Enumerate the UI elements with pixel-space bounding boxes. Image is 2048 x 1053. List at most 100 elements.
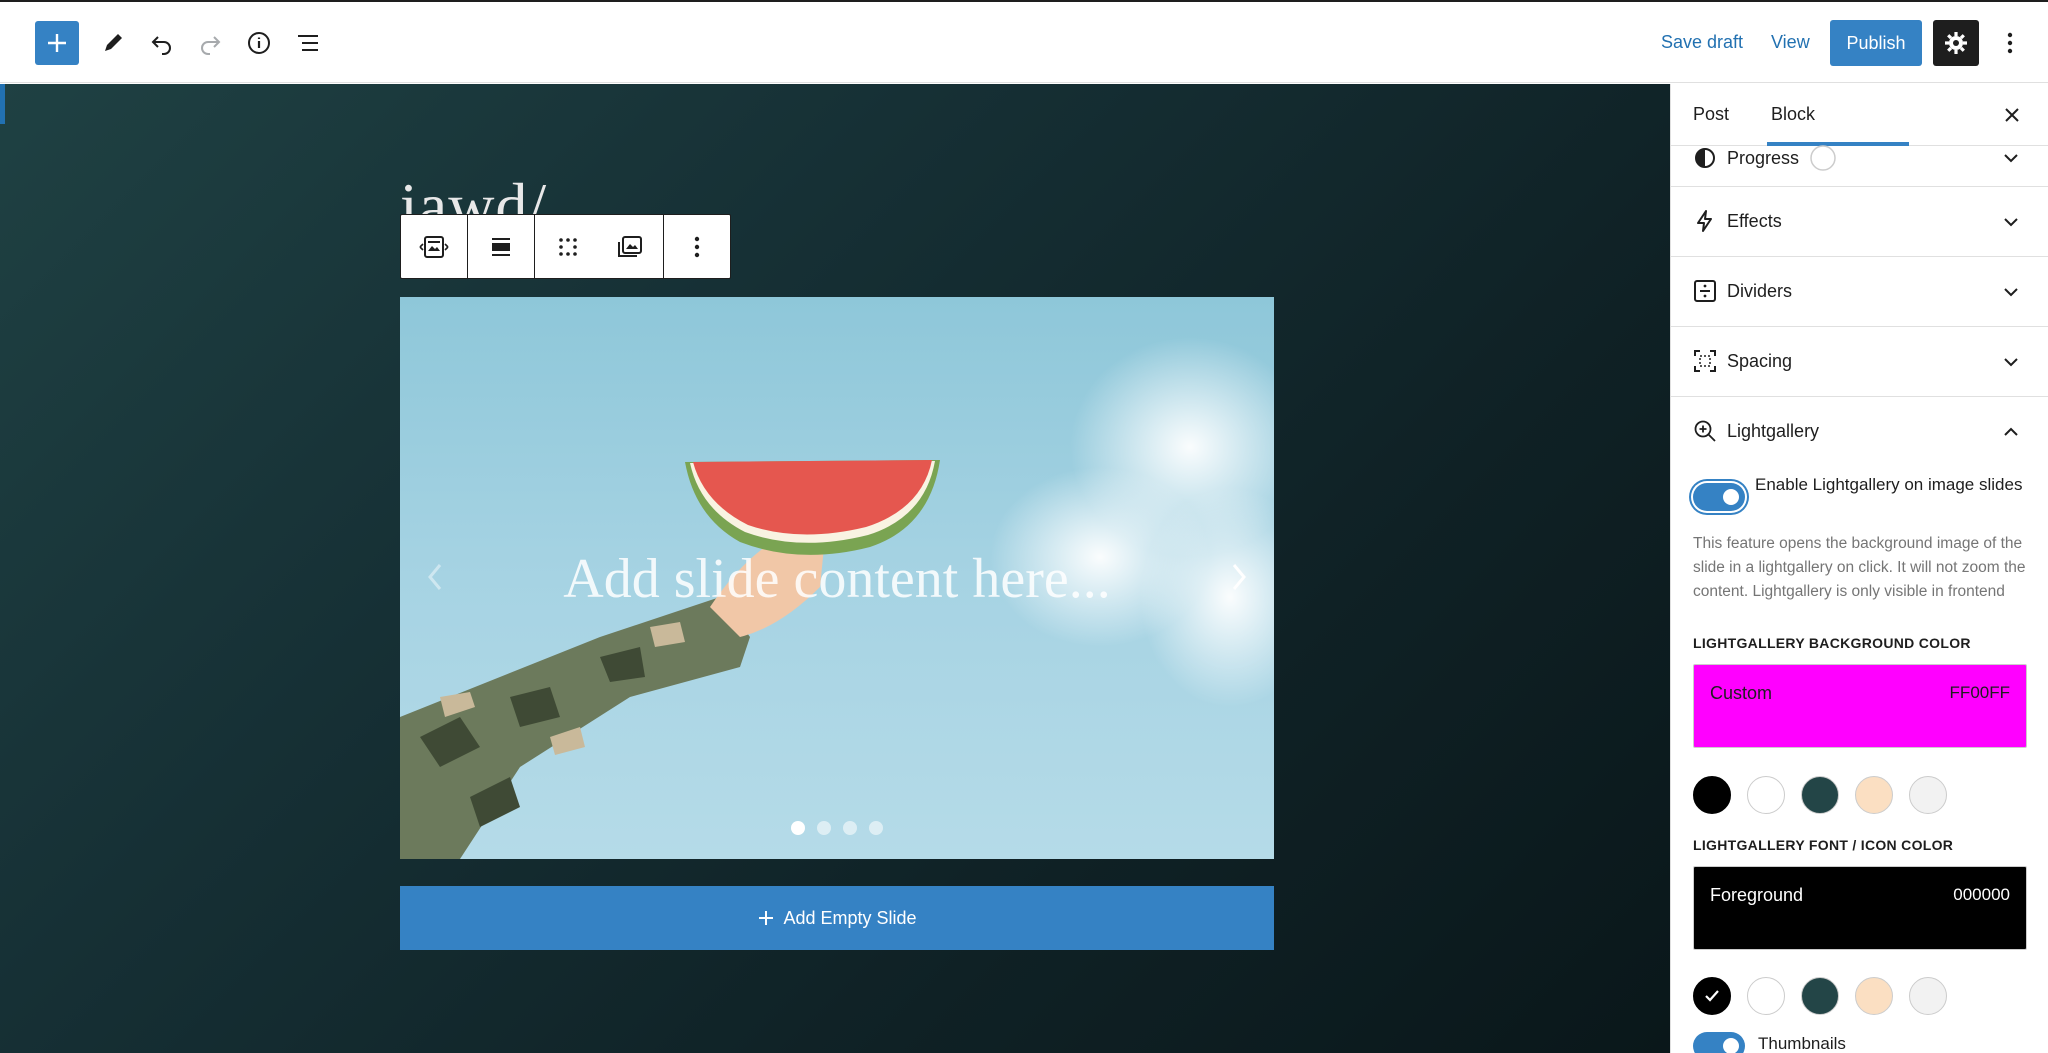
slider-block[interactable]: Add slide content here... <box>400 297 1274 859</box>
close-sidebar-button[interactable] <box>1997 100 2027 130</box>
more-vertical-icon <box>2007 32 2013 54</box>
circle-indicator-icon <box>1810 145 1836 171</box>
drag-handle[interactable] <box>537 215 599 278</box>
panel-title: Effects <box>1727 210 1782 231</box>
redo-icon <box>201 36 221 55</box>
previous-slide-button[interactable] <box>422 559 448 600</box>
color-name: Custom <box>1710 683 1773 703</box>
color-name: Foreground <box>1710 885 1804 905</box>
next-slide-button[interactable] <box>1226 559 1252 600</box>
tab-post[interactable]: Post <box>1693 104 1729 125</box>
tools-button[interactable] <box>90 20 136 66</box>
font-color-picker[interactable]: Foreground 000000 <box>1693 866 2027 950</box>
view-button[interactable]: View <box>1771 32 1810 53</box>
options-menu-button[interactable] <box>1990 20 2030 66</box>
chevron-down-icon <box>2004 218 2018 227</box>
block-type-button[interactable] <box>403 215 465 278</box>
panel-title: Spacing <box>1727 350 1793 371</box>
chevron-up-icon <box>2004 427 2018 436</box>
color-swatch[interactable] <box>1909 977 1947 1015</box>
close-icon <box>2005 108 2019 122</box>
checkmark-icon <box>1705 990 1719 1002</box>
slider-block-icon <box>419 235 449 258</box>
undo-button[interactable] <box>139 20 185 66</box>
color-swatch[interactable] <box>1801 977 1839 1015</box>
thumbnails-toggle[interactable] <box>1693 1032 1745 1053</box>
panel-progress[interactable]: Progress <box>1671 145 2048 187</box>
undo-icon <box>151 36 171 55</box>
zoom-in-icon <box>1694 420 1716 442</box>
save-draft-button[interactable]: Save draft <box>1661 32 1743 53</box>
add-block-button[interactable] <box>35 21 79 65</box>
color-hex: 000000 <box>1953 885 2010 904</box>
bg-color-palette <box>1693 776 1947 814</box>
color-swatch[interactable] <box>1693 977 1731 1015</box>
pagination-dot[interactable] <box>817 821 831 835</box>
gallery-button[interactable] <box>599 215 661 278</box>
bg-color-label: LIGHTGALLERY BACKGROUND COLOR <box>1693 635 1971 651</box>
drag-handle-icon <box>559 237 577 256</box>
sidebar-tabs: Post Block <box>1671 84 2048 146</box>
chevron-right-icon <box>1232 564 1246 590</box>
enable-lightgallery-label: Enable Lightgallery on image slides <box>1755 475 2023 494</box>
block-options-button[interactable] <box>666 215 728 278</box>
progress-icon <box>1695 148 1715 168</box>
editor-canvas: iawd/ Add slide content here... Add Empt… <box>0 84 1670 1053</box>
panel-effects[interactable]: Effects <box>1671 187 2048 257</box>
settings-button[interactable] <box>1933 20 1979 66</box>
plus-icon <box>48 34 66 52</box>
chevron-left-icon <box>428 564 442 590</box>
publish-button[interactable]: Publish <box>1830 20 1922 66</box>
slide-pagination <box>400 821 1274 835</box>
panel-title: Progress <box>1727 147 1800 168</box>
list-view-button[interactable] <box>285 20 331 66</box>
panel-spacing[interactable]: Spacing <box>1671 327 2048 397</box>
color-swatch[interactable] <box>1747 776 1785 814</box>
spacing-icon <box>1694 350 1716 372</box>
canvas-edge-accent <box>0 84 5 124</box>
pencil-icon <box>105 34 122 51</box>
font-color-palette <box>1693 977 1947 1015</box>
align-button[interactable] <box>470 215 532 278</box>
color-swatch[interactable] <box>1801 776 1839 814</box>
color-swatch[interactable] <box>1693 776 1731 814</box>
editor-toolbar: Save draft View Publish <box>0 0 2048 83</box>
pagination-dot[interactable] <box>843 821 857 835</box>
settings-sidebar: Post Block Progress Effects Dividers Spa… <box>1670 84 2048 1053</box>
font-color-label: LIGHTGALLERY FONT / ICON COLOR <box>1693 837 1954 853</box>
color-swatch[interactable] <box>1855 776 1893 814</box>
list-view-icon <box>298 35 318 51</box>
color-swatch[interactable] <box>1855 977 1893 1015</box>
lightgallery-help-text: This feature opens the background image … <box>1693 535 2026 600</box>
chevron-down-icon <box>2004 358 2018 367</box>
align-wide-icon <box>492 237 510 256</box>
enable-lightgallery-toggle[interactable] <box>1693 483 1745 511</box>
add-empty-slide-button[interactable]: Add Empty Slide <box>400 886 1274 950</box>
chevron-down-icon <box>2004 288 2018 297</box>
thumbnails-label: Thumbnails <box>1758 1034 1846 1053</box>
block-toolbar <box>400 214 731 279</box>
color-swatch[interactable] <box>1909 776 1947 814</box>
lightning-icon <box>1697 210 1712 232</box>
panel-title: Dividers <box>1727 280 1793 301</box>
slide-content-placeholder[interactable]: Add slide content here... <box>400 547 1274 611</box>
add-empty-slide-label: Add Empty Slide <box>783 907 917 928</box>
tab-block[interactable]: Block <box>1771 104 1815 125</box>
chevron-down-icon <box>2004 154 2018 163</box>
divider-icon <box>1694 280 1716 302</box>
color-swatch[interactable] <box>1747 977 1785 1015</box>
gallery-icon <box>618 235 642 257</box>
gear-icon <box>1945 32 1967 54</box>
panel-dividers[interactable]: Dividers <box>1671 257 2048 327</box>
pagination-dot[interactable] <box>869 821 883 835</box>
panel-title: Lightgallery <box>1727 420 1820 441</box>
pagination-dot[interactable] <box>791 821 805 835</box>
color-hex: FF00FF <box>1949 683 2010 702</box>
plus-icon <box>759 911 774 925</box>
lightgallery-panel-header[interactable]: Lightgallery <box>1693 419 1819 443</box>
bg-color-picker[interactable]: Custom FF00FF <box>1693 664 2027 748</box>
details-button[interactable] <box>236 20 282 66</box>
info-icon <box>248 32 270 54</box>
redo-button[interactable] <box>187 20 233 66</box>
more-vertical-icon <box>694 236 700 257</box>
